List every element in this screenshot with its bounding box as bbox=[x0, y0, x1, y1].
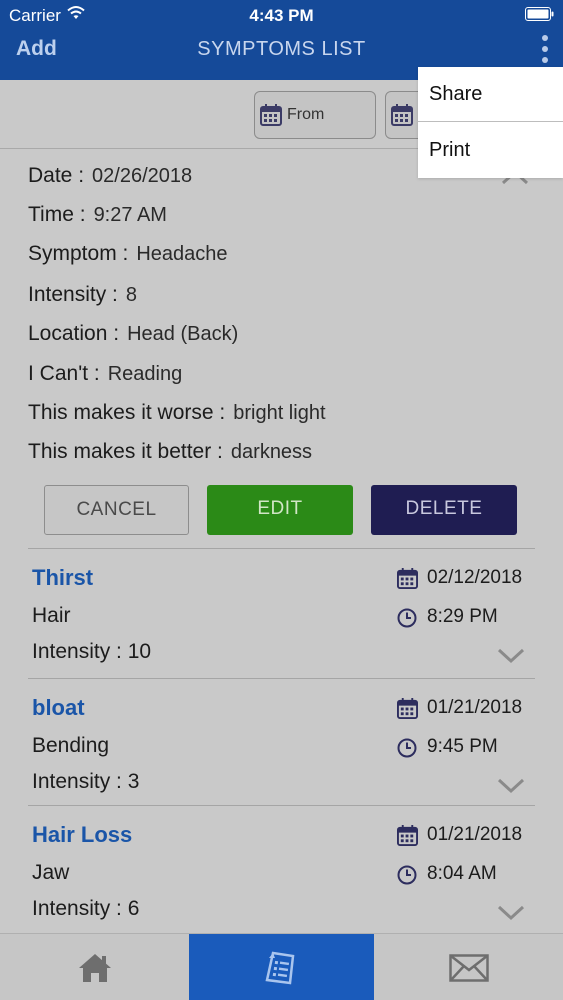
mail-icon bbox=[448, 953, 489, 982]
tab-home[interactable] bbox=[0, 934, 189, 1000]
battery-icon bbox=[525, 7, 554, 21]
entry-title: Hair Loss bbox=[32, 822, 133, 847]
detail-intensity-row: Intensity : 8 bbox=[28, 283, 137, 307]
clock-icon bbox=[397, 865, 417, 885]
calendar-icon bbox=[397, 568, 418, 589]
symptom-detail-card: Date : 02/26/2018 Time : 9:27 AM Symptom :… bbox=[0, 150, 563, 550]
detail-date-row: Date : 02/26/2018 bbox=[28, 164, 192, 188]
date-label: Date : bbox=[28, 164, 85, 187]
more-vertical-icon[interactable] bbox=[541, 34, 549, 64]
from-date-button[interactable]: From bbox=[254, 91, 376, 139]
cant-label: I Can't : bbox=[28, 362, 100, 385]
entry-intensity: Intensity : 6 bbox=[32, 897, 140, 920]
entry-date: 01/21/2018 bbox=[427, 697, 523, 718]
chevron-down-icon[interactable] bbox=[496, 647, 526, 665]
detail-better-row: This makes it better : darkness bbox=[28, 440, 312, 464]
entry-title: Thirst bbox=[32, 565, 94, 590]
document-icon bbox=[264, 951, 294, 984]
time-value: 9:27 AM bbox=[93, 204, 167, 226]
cancel-button[interactable]: CANCEL bbox=[44, 485, 189, 535]
calendar-icon bbox=[260, 104, 282, 126]
entry-intensity: Intensity : 10 bbox=[32, 640, 152, 663]
entry-location: Jaw bbox=[32, 861, 70, 884]
intensity-label: Intensity : bbox=[28, 283, 118, 306]
detail-worse-row: This makes it worse : bright light bbox=[28, 401, 326, 425]
symptom-value: Headache bbox=[136, 243, 228, 265]
home-icon bbox=[78, 953, 111, 982]
location-label: Location : bbox=[28, 322, 120, 345]
share-menu-item[interactable]: Share bbox=[418, 67, 563, 122]
delete-button[interactable]: DELETE bbox=[371, 485, 517, 535]
time-label: Time : bbox=[28, 203, 86, 226]
entry-location: Hair bbox=[32, 604, 71, 627]
clock-icon bbox=[397, 738, 417, 758]
detail-cant-row: I Can't : Reading bbox=[28, 362, 182, 386]
entry-title: bloat bbox=[32, 695, 85, 720]
location-value: Head (Back) bbox=[127, 323, 239, 345]
chevron-down-icon[interactable] bbox=[496, 904, 526, 922]
entry-time: 8:04 AM bbox=[427, 863, 497, 884]
entry-date: 01/21/2018 bbox=[427, 824, 523, 845]
date-value: 02/26/2018 bbox=[92, 165, 193, 187]
tab-symptoms-list[interactable] bbox=[189, 934, 374, 1000]
tab-mail[interactable] bbox=[374, 934, 563, 1000]
worse-label: This makes it worse : bbox=[28, 401, 226, 424]
symptom-label: Symptom : bbox=[28, 242, 129, 265]
overflow-menu: Share Print bbox=[418, 67, 563, 178]
cant-value: Reading bbox=[107, 363, 183, 385]
calendar-icon bbox=[397, 825, 418, 846]
entry-date: 02/12/2018 bbox=[427, 567, 523, 588]
list-item[interactable]: bloat Bending Intensity : 3 01/21/2018 9… bbox=[28, 678, 535, 805]
intensity-value: 8 bbox=[125, 284, 138, 306]
entry-time: 9:45 PM bbox=[427, 736, 498, 757]
calendar-icon bbox=[391, 104, 413, 126]
status-time: 4:43 PM bbox=[249, 6, 314, 25]
clock-icon bbox=[397, 608, 417, 628]
detail-time-row: Time : 9:27 AM bbox=[28, 203, 167, 227]
entry-location: Bending bbox=[32, 734, 110, 757]
better-value: darkness bbox=[230, 441, 313, 463]
list-item[interactable]: Hair Loss Jaw Intensity : 6 01/21/2018 8… bbox=[28, 805, 535, 932]
entry-time: 8:29 PM bbox=[427, 606, 498, 627]
detail-symptom-row: Symptom : Headache bbox=[28, 242, 228, 266]
detail-location-row: Location : Head (Back) bbox=[28, 322, 238, 346]
bottom-tab-bar bbox=[0, 933, 563, 1000]
better-label: This makes it better : bbox=[28, 440, 223, 463]
chevron-down-icon[interactable] bbox=[496, 777, 526, 795]
from-label: From bbox=[287, 106, 325, 123]
list-item[interactable]: Thirst Hair Intensity : 10 02/12/2018 8:… bbox=[28, 548, 535, 675]
worse-value: bright light bbox=[233, 402, 326, 424]
print-menu-item[interactable]: Print bbox=[418, 123, 563, 178]
status-bar: Carrier 4:43 PM bbox=[0, 0, 563, 30]
page-title: SYMPTOMS LIST bbox=[197, 38, 366, 60]
entry-intensity: Intensity : 3 bbox=[32, 770, 140, 793]
edit-button[interactable]: EDIT bbox=[207, 485, 353, 535]
calendar-icon bbox=[397, 698, 418, 719]
